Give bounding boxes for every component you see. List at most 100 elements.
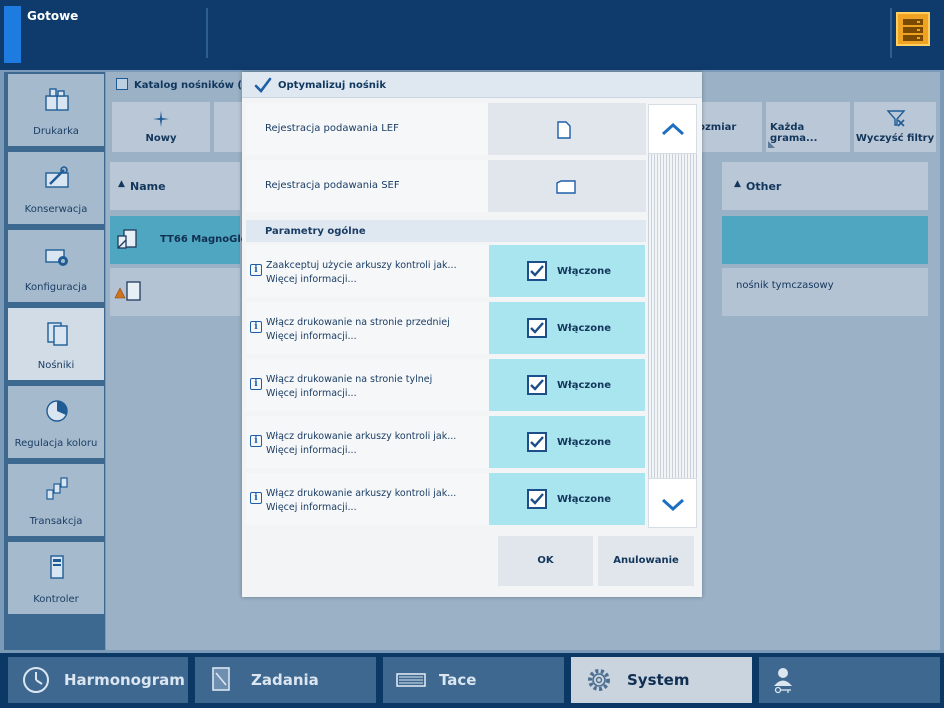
checkmark-icon xyxy=(530,493,544,505)
status-indicator xyxy=(4,6,21,63)
param-toggle[interactable]: Włączone xyxy=(489,359,645,411)
nav-label: Drukarka xyxy=(33,126,79,137)
dropdown-corner-icon xyxy=(768,141,775,148)
nav-item-transaction[interactable]: Transakcja xyxy=(8,464,104,536)
ok-button[interactable]: OK xyxy=(498,536,593,586)
chevron-down-icon xyxy=(662,499,684,511)
scroll-up-button[interactable] xyxy=(648,104,697,154)
printer-icon xyxy=(45,88,69,111)
media-icon xyxy=(47,322,68,346)
more-info-link[interactable]: Więcej informacji... xyxy=(266,331,357,342)
enabled-checkbox[interactable] xyxy=(527,432,547,452)
nav-item-printer[interactable]: Drukarka xyxy=(8,74,104,146)
lef-registration-button[interactable] xyxy=(488,103,646,155)
checkmark-icon xyxy=(530,436,544,448)
param-toggle[interactable]: Włączone xyxy=(489,416,645,468)
sparkle-icon xyxy=(153,111,169,127)
column-header-other[interactable]: ▲ Other xyxy=(726,162,928,210)
param-row: i Zaakceptuj użycie arkuszy kontroli jak… xyxy=(246,245,646,297)
catalog-title: Katalog nośników (2 n xyxy=(134,80,260,91)
tab-harmonogram[interactable]: Harmonogram xyxy=(8,657,188,703)
section-header: Parametry ogólne xyxy=(246,220,646,242)
info-icon[interactable]: i xyxy=(250,264,262,276)
checkmark-icon xyxy=(530,322,544,334)
user-key-icon xyxy=(774,668,792,694)
more-info-link[interactable]: Więcej informacji... xyxy=(266,388,357,399)
server-icon[interactable] xyxy=(896,12,930,46)
table-row[interactable] xyxy=(110,268,240,316)
param-row: i Włącz drukowanie na stronie tylnej Wię… xyxy=(246,359,646,411)
scrollbar[interactable] xyxy=(648,104,697,528)
clear-filter-icon xyxy=(886,110,906,127)
catalog-icon xyxy=(116,78,128,90)
tab-tace[interactable]: Tace xyxy=(383,657,564,703)
clock-icon xyxy=(23,667,49,693)
dialog-header: Optymalizuj nośnik xyxy=(242,72,702,98)
checkmark-icon xyxy=(254,77,272,93)
checkmark-icon xyxy=(530,265,544,277)
scroll-track[interactable] xyxy=(648,154,697,478)
checkmark-icon xyxy=(530,379,544,391)
nav-label: Transakcja xyxy=(29,516,83,527)
controller-icon xyxy=(50,555,64,579)
nav-label: Regulacja koloru xyxy=(14,438,98,449)
dialog-footer: OK Anulowanie xyxy=(242,530,702,597)
enabled-checkbox[interactable] xyxy=(527,489,547,509)
nav-label: Nośniki xyxy=(37,360,75,371)
param-toggle[interactable]: Włączone xyxy=(489,245,645,297)
gear-icon xyxy=(588,669,610,691)
sort-icon: ▲ xyxy=(118,179,125,189)
sort-icon: ▲ xyxy=(734,179,741,189)
sef-registration-button[interactable] xyxy=(488,160,646,212)
table-row[interactable]: TT66 MagnoGlos xyxy=(110,216,254,264)
media-icon xyxy=(117,229,137,249)
new-button[interactable]: Nowy xyxy=(112,102,210,152)
color-adjust-icon xyxy=(46,400,68,422)
jobs-icon xyxy=(212,667,230,691)
info-icon[interactable]: i xyxy=(250,378,262,390)
trays-icon xyxy=(396,673,426,687)
nav-item-maintenance[interactable]: Konserwacja xyxy=(8,152,104,224)
maintenance-icon xyxy=(45,166,69,188)
lef-registration-row: Rejestracja podawania LEF xyxy=(246,103,646,155)
optimize-media-dialog: Optymalizuj nośnik Rejestracja podawania… xyxy=(242,72,702,597)
tab-system[interactable]: System xyxy=(571,657,752,703)
more-info-link[interactable]: Więcej informacji... xyxy=(266,502,357,513)
scroll-down-button[interactable] xyxy=(648,478,697,528)
param-toggle[interactable]: Włączone xyxy=(489,473,645,525)
info-icon[interactable]: i xyxy=(250,321,262,333)
sef-registration-row: Rejestracja podawania SEF xyxy=(246,160,646,212)
nav-label: Konfiguracja xyxy=(24,282,88,293)
nav-item-color-adjust[interactable]: Regulacja koloru xyxy=(8,386,104,458)
table-cell xyxy=(726,216,928,264)
table-row-other: nośnik tymczasowy xyxy=(726,268,928,316)
enabled-checkbox[interactable] xyxy=(527,261,547,281)
weight-filter-button[interactable]: Każda grama... xyxy=(766,102,850,152)
enabled-checkbox[interactable] xyxy=(527,375,547,395)
param-row: i Włącz drukowanie arkuszy kontroli jak.… xyxy=(246,416,646,468)
info-icon[interactable]: i xyxy=(250,492,262,504)
param-row: i Włącz drukowanie arkuszy kontroli jak.… xyxy=(246,473,646,525)
nav-item-controller[interactable]: Kontroler xyxy=(8,542,104,614)
column-header-name[interactable]: ▲ Name xyxy=(110,162,240,210)
tab-user[interactable] xyxy=(759,657,940,703)
cancel-button[interactable]: Anulowanie xyxy=(598,536,694,586)
tab-zadania[interactable]: Zadania xyxy=(195,657,376,703)
clear-filters-button[interactable]: Wyczyść filtry xyxy=(854,102,936,152)
more-info-link[interactable]: Więcej informacji... xyxy=(266,274,357,285)
nav-label: Konserwacja xyxy=(24,204,88,215)
dialog-title: Optymalizuj nośnik xyxy=(278,80,386,91)
divider xyxy=(206,8,208,58)
top-bar: Gotowe xyxy=(0,0,944,70)
chevron-up-icon xyxy=(662,123,684,135)
param-toggle[interactable]: Włączone xyxy=(489,302,645,354)
enabled-checkbox[interactable] xyxy=(527,318,547,338)
nav-item-configuration[interactable]: Konfiguracja xyxy=(8,230,104,302)
info-icon[interactable]: i xyxy=(250,435,262,447)
more-info-link[interactable]: Więcej informacji... xyxy=(266,445,357,456)
portrait-sheet-icon xyxy=(557,121,571,139)
nav-item-media[interactable]: Nośniki xyxy=(8,308,104,380)
divider xyxy=(890,8,892,58)
transaction-icon xyxy=(46,477,68,500)
param-row: i Włącz drukowanie na stronie przedniej … xyxy=(246,302,646,354)
